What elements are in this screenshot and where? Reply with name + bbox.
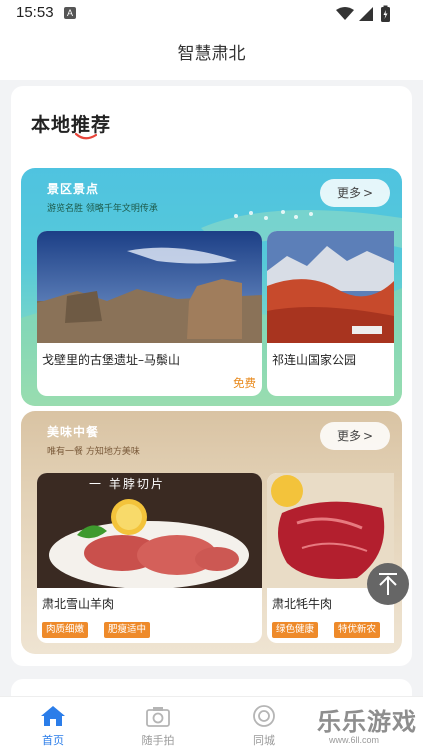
food-tag: 特优新农 bbox=[334, 622, 381, 638]
more-label: 更多 bbox=[336, 429, 361, 443]
food-heading: 美味中餐 bbox=[47, 425, 100, 439]
site-watermark: 乐乐游戏 www.6ll.com bbox=[303, 702, 423, 750]
tab-label: 同城 bbox=[253, 734, 275, 747]
food-image-caption: 一 羊脖切片 bbox=[89, 477, 165, 491]
food-tag: 绿色健康 bbox=[272, 622, 319, 638]
food-name: 肃北雪山羊肉 bbox=[42, 597, 115, 611]
watermark-text: 乐乐游戏 bbox=[317, 708, 417, 736]
scenic-more-button[interactable]: 更多 > bbox=[320, 179, 390, 207]
food-card-lamb[interactable]: 一 羊脖切片 肃北雪山羊肉 肉质细嫩 肥瘦适中 bbox=[37, 473, 262, 643]
scroll-to-top-button[interactable] bbox=[367, 563, 409, 605]
place-image bbox=[37, 231, 262, 343]
status-bar: 15:53 A bbox=[0, 0, 423, 28]
more-label: 更多 bbox=[336, 186, 361, 200]
section-title: 本地推荐 bbox=[31, 114, 112, 136]
chevron-right-icon: > bbox=[362, 186, 374, 200]
arrow-up-icon bbox=[379, 573, 397, 595]
food-tag: 肉质细嫩 bbox=[42, 622, 89, 638]
signal-icon bbox=[359, 7, 373, 21]
food-subheading: 唯有一餐 方知地方美味 bbox=[47, 447, 140, 457]
tab-nearby[interactable]: 同城 bbox=[234, 697, 294, 752]
food-card-yak[interactable]: 肃北牦牛肉 绿色健康 特优新农 bbox=[267, 473, 394, 643]
notification-badge: A bbox=[64, 7, 76, 19]
scenic-subheading: 游览名胜 领略千年文明传承 bbox=[47, 204, 158, 214]
nearby-icon bbox=[253, 705, 275, 727]
status-icons bbox=[336, 5, 390, 22]
chevron-right-icon: > bbox=[362, 429, 374, 443]
recommend-card: 本地推荐 景区景点 游览名胜 领略千年文明传承 更多 > 戈壁里的古堡遗址–马鬃… bbox=[11, 86, 412, 666]
place-name: 祁连山国家公园 bbox=[272, 353, 357, 367]
tab-snapshot[interactable]: 随手拍 bbox=[128, 697, 188, 752]
scenic-spots-section: 景区景点 游览名胜 领略千年文明传承 更多> 戈壁里的古堡遗址–马鬃山 免费 bbox=[21, 168, 402, 406]
home-icon bbox=[41, 706, 65, 726]
place-card-mazongshan[interactable]: 戈壁里的古堡遗址–马鬃山 免费 bbox=[37, 231, 262, 396]
place-card-qilianshan[interactable]: 祁连山国家公园 bbox=[267, 231, 394, 396]
food-more-button[interactable]: 更多 > bbox=[320, 422, 390, 450]
tab-label: 首页 bbox=[42, 734, 64, 747]
tab-home[interactable]: 首页 bbox=[23, 697, 83, 752]
app-header: 智慧肃北 bbox=[0, 28, 423, 80]
place-price: 免费 bbox=[233, 376, 256, 390]
food-name: 肃北牦牛肉 bbox=[272, 597, 333, 611]
tab-label: 随手拍 bbox=[141, 734, 175, 747]
food-tag: 肥瘦适中 bbox=[104, 622, 151, 638]
status-time: 15:53 bbox=[16, 4, 54, 21]
place-image bbox=[267, 231, 394, 343]
camera-icon bbox=[146, 707, 170, 727]
title-underline-decoration bbox=[75, 133, 97, 140]
wifi-icon bbox=[336, 7, 354, 20]
scenic-heading: 景区景点 bbox=[47, 182, 100, 196]
watermark-url: www.6ll.com bbox=[329, 735, 380, 745]
food-section: 美味中餐 唯有一餐 方知地方美味 更多 > 一 羊脖切片 肃北雪山羊肉 肉质细嫩 … bbox=[21, 411, 402, 654]
page-title: 智慧肃北 bbox=[177, 44, 246, 64]
place-name: 戈壁里的古堡遗址–马鬃山 bbox=[42, 353, 181, 367]
